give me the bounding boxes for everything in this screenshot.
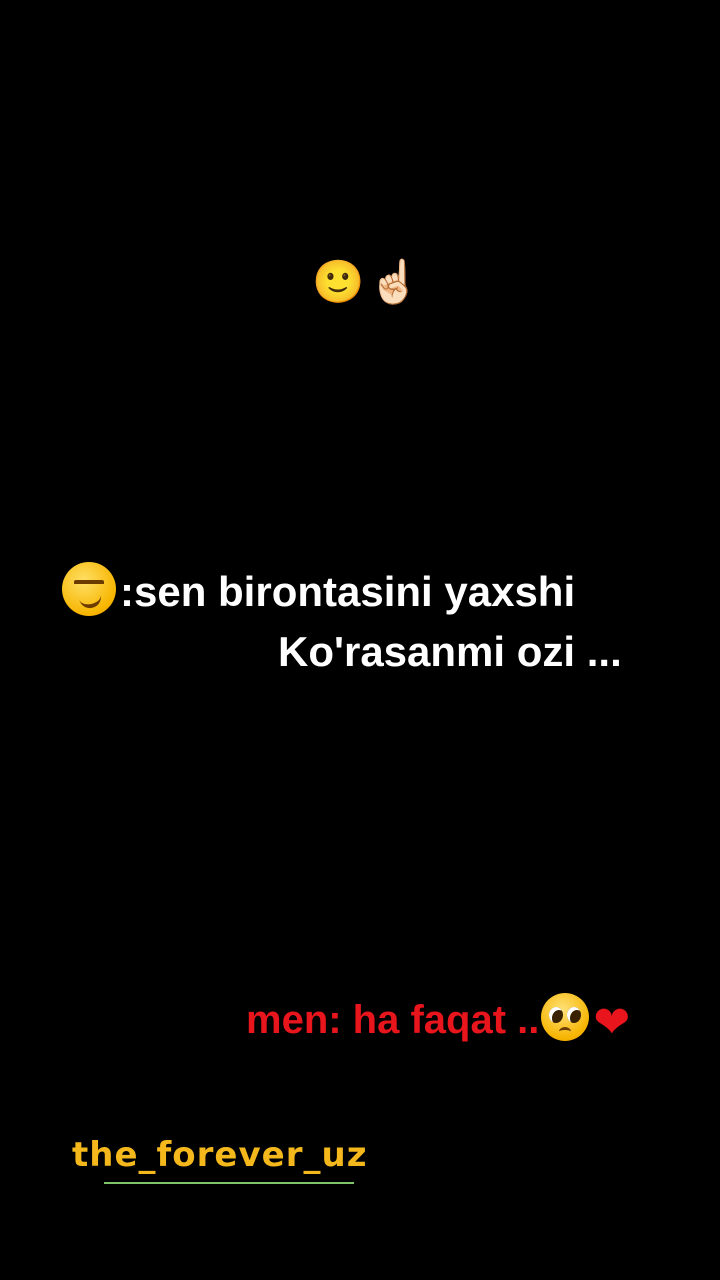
message-line-2: Ko'rasanmi ozi ... [278, 628, 622, 675]
message-line-1: :sen birontasini yaxshi [62, 560, 575, 624]
watermark-underline [104, 1182, 354, 1184]
watermark-username: the_forever_uz [72, 1135, 368, 1175]
reply-line: men: ha faqat .. ❤ [246, 990, 630, 1053]
message-line-1-text: :sen birontasini yaxshi [120, 568, 576, 615]
smirking-face-icon [62, 562, 116, 616]
reply-text: men: ha faqat .. [246, 998, 540, 1042]
pleading-face-icon [541, 993, 590, 1041]
top-emoji-row: 🙂☝🏻 [312, 257, 425, 306]
red-heart-icon: ❤ [593, 997, 631, 1048]
